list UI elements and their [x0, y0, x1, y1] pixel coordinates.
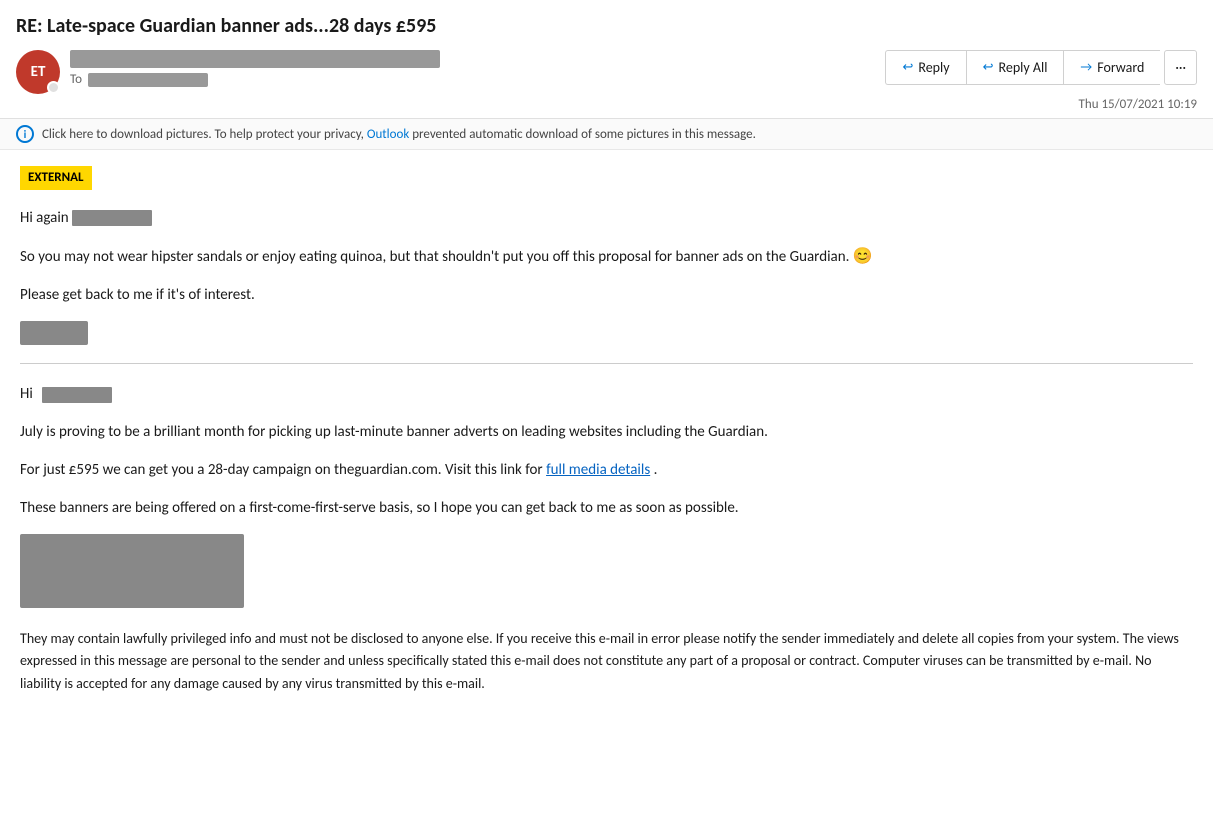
to-row: To: [70, 72, 440, 87]
email-body: EXTERNAL Hi again So you may not wear hi…: [0, 150, 1213, 711]
body-paragraph-5: These banners are being offered on a fir…: [20, 496, 1193, 520]
avatar-badge: [47, 81, 60, 94]
smiley-icon: 😊: [853, 247, 873, 266]
name-redacted-1: [72, 210, 152, 226]
greeting-paragraph-2: Hi: [20, 382, 1193, 406]
more-actions-button[interactable]: ···: [1164, 50, 1197, 85]
sender-info: To: [70, 50, 440, 87]
recipient-redacted: [88, 73, 208, 87]
download-text-after: prevented automatic download of some pic…: [412, 127, 756, 142]
signature-redacted-1: [20, 321, 88, 345]
reply-label: Reply: [918, 59, 949, 76]
email-container: RE: Late-space Guardian banner ads...28 …: [0, 0, 1213, 835]
body-paragraph-4: For just £595 we can get you a 28-day ca…: [20, 458, 1193, 482]
subject-line: RE: Late-space Guardian banner ads...28 …: [16, 14, 1197, 38]
signature-redacted-2: [20, 534, 244, 608]
download-text: Click here to download pictures. To help…: [42, 127, 756, 142]
header-row: ET To ↩ Reply: [16, 50, 1197, 112]
body-paragraph-2: Please get back to me if it's of interes…: [20, 283, 1193, 307]
header-right: ↩ Reply ↩ Reply All → Forward ···: [885, 50, 1197, 112]
to-label: To: [70, 72, 82, 87]
disclaimer-text: They may contain lawfully privileged inf…: [20, 628, 1193, 695]
more-icon: ···: [1175, 59, 1186, 76]
email-divider: [20, 363, 1193, 364]
email-date: Thu 15/07/2021 10:19: [1079, 97, 1197, 112]
reply-all-button[interactable]: ↩ Reply All: [966, 50, 1064, 85]
reply-all-label: Reply All: [999, 59, 1048, 76]
download-text-before: Click here to download pictures. To help…: [42, 127, 364, 142]
action-buttons: ↩ Reply ↩ Reply All → Forward ···: [885, 50, 1197, 85]
outlook-text: Outlook: [367, 127, 409, 142]
greeting-text-2: Hi: [20, 385, 33, 403]
body-paragraph-3: July is proving to be a brilliant month …: [20, 420, 1193, 444]
reply-icon: ↩: [902, 60, 913, 75]
name-redacted-2: [42, 387, 112, 403]
avatar: ET: [16, 50, 60, 94]
paragraph-4-after: .: [654, 461, 658, 479]
forward-button[interactable]: → Forward: [1063, 50, 1160, 85]
external-badge: EXTERNAL: [20, 166, 92, 190]
reply-all-icon: ↩: [983, 60, 994, 75]
forward-label: Forward: [1097, 59, 1144, 76]
full-media-details-link[interactable]: full media details: [546, 461, 650, 479]
outlook-link[interactable]: Outlook: [367, 127, 409, 142]
greeting-paragraph-1: Hi again: [20, 206, 1193, 230]
forward-icon: →: [1080, 60, 1092, 75]
reply-button[interactable]: ↩ Reply: [885, 50, 965, 85]
paragraph-1-text: So you may not wear hipster sandals or e…: [20, 248, 849, 266]
email-header: RE: Late-space Guardian banner ads...28 …: [0, 0, 1213, 119]
sender-area: ET To: [16, 50, 440, 94]
paragraph-4-before: For just £595 we can get you a 28-day ca…: [20, 461, 543, 479]
body-paragraph-1: So you may not wear hipster sandals or e…: [20, 244, 1193, 270]
info-icon: i: [16, 125, 34, 143]
sender-name-redacted: [70, 50, 440, 68]
download-bar: i Click here to download pictures. To he…: [0, 119, 1213, 150]
greeting-text-1: Hi again: [20, 209, 69, 227]
avatar-initials: ET: [31, 63, 46, 81]
